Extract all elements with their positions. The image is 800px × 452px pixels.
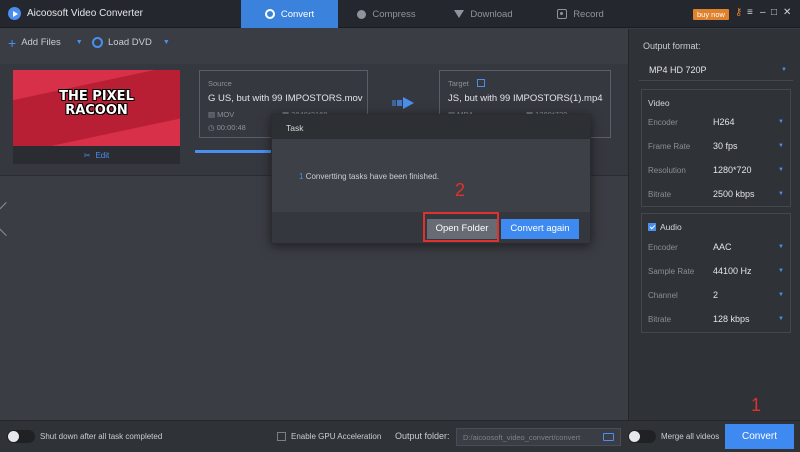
chevron-left-icon[interactable] — [0, 202, 23, 236]
video-thumbnail[interactable]: THE PIXEL RACOON — [13, 70, 180, 146]
chevron-down-icon: ▼ — [778, 316, 784, 322]
compress-icon — [357, 9, 367, 19]
load-dvd-label: Load DVD — [108, 37, 152, 48]
chevron-down-icon[interactable]: ▼ — [163, 39, 170, 46]
tab-label: Download — [470, 8, 513, 20]
gpu-checkbox[interactable] — [277, 432, 286, 441]
gpu-label: Enable GPU Acceleration — [291, 432, 382, 441]
audio-channel-select[interactable]: Channel 2 ▼ — [648, 286, 784, 308]
app-title: Aicoosoft Video Converter — [27, 8, 143, 19]
chevron-down-icon: ▼ — [778, 143, 784, 149]
output-folder-field[interactable]: D:/aicoosoft_video_convert/convert — [456, 428, 621, 446]
output-format-label: Output format: — [643, 41, 701, 51]
key-icon[interactable]: ⚷ — [735, 7, 742, 18]
output-format-value: MP4 HD 720P — [649, 65, 707, 75]
edit-target-icon[interactable] — [476, 79, 485, 87]
source-header: Source — [208, 79, 232, 88]
chevron-down-icon: ▼ — [781, 67, 787, 73]
chevron-down-icon: ▼ — [778, 244, 784, 250]
dialog-title: Task — [286, 123, 304, 133]
plus-icon: + — [8, 34, 17, 51]
thumbnail-logo: THE PIXEL RACOON — [59, 89, 134, 118]
tab-download[interactable]: Download — [435, 0, 532, 28]
dialog-header: Task — [272, 115, 590, 139]
add-files-button[interactable]: + Add Files ▼ — [8, 34, 83, 51]
video-bitrate-select[interactable]: Bitrate 2500 kbps ▼ — [648, 185, 784, 207]
menu-icon[interactable]: ≡ — [747, 7, 753, 18]
chevron-down-icon: ▼ — [778, 119, 784, 125]
audio-bitrate-select[interactable]: Bitrate 128 kbps ▼ — [648, 310, 784, 332]
dialog-message: 1 Convertting tasks have been finished. — [299, 172, 440, 181]
video-framerate-select[interactable]: Frame Rate 30 fps ▼ — [648, 137, 784, 159]
edit-icon: ✂ — [83, 150, 91, 160]
conversion-progress-bar — [195, 150, 273, 153]
load-dvd-button[interactable]: Load DVD ▼ — [92, 37, 170, 48]
audio-settings-group: Audio Encoder AAC ▼ Sample Rate 44100 Hz… — [641, 213, 791, 333]
video-resolution-select[interactable]: Resolution 1280*720 ▼ — [648, 161, 784, 183]
edit-label: Edit — [95, 150, 110, 160]
annotation-number-2: 2 — [455, 180, 466, 200]
audio-samplerate-select[interactable]: Sample Rate 44100 Hz ▼ — [648, 262, 784, 284]
buy-now-button[interactable]: buy now — [693, 9, 729, 20]
shutdown-toggle[interactable] — [7, 430, 35, 443]
dvd-icon — [92, 37, 103, 48]
tab-label: Record — [573, 8, 604, 20]
close-icon[interactable]: ✕ — [783, 7, 791, 18]
video-encoder-select[interactable]: Encoder H264 ▼ — [648, 113, 784, 135]
chevron-down-icon: ▼ — [778, 268, 784, 274]
folder-icon[interactable] — [603, 433, 614, 441]
download-icon — [454, 10, 465, 18]
tab-label: Compress — [372, 8, 416, 20]
target-header: Target — [448, 79, 485, 88]
tab-convert[interactable]: Convert — [241, 0, 338, 28]
output-format-select[interactable]: MP4 HD 720P ▼ — [639, 59, 793, 81]
source-duration: ◷ 00:00:48 — [208, 123, 246, 132]
annotation-box-open-folder — [423, 212, 499, 242]
convert-button[interactable]: Convert — [725, 424, 794, 449]
checkbox-checked-icon — [648, 223, 656, 231]
convert-arrow-icon — [392, 97, 414, 109]
annotation-number-1: 1 — [751, 395, 762, 415]
chevron-down-icon[interactable]: ▼ — [76, 39, 83, 46]
maximize-icon[interactable]: □ — [771, 7, 777, 18]
output-folder-label: Output folder: — [395, 431, 450, 441]
chevron-down-icon: ▼ — [778, 292, 784, 298]
bottom-bar: Shut down after all task completed Enabl… — [0, 420, 800, 452]
audio-encoder-select[interactable]: Encoder AAC ▼ — [648, 238, 784, 260]
toolbar: + Add Files ▼ Load DVD ▼ — [0, 29, 628, 56]
video-settings-group: Video Encoder H264 ▼ Frame Rate 30 fps ▼… — [641, 89, 791, 207]
source-filename: G US, but with 99 IMPOSTORS.mov — [208, 93, 363, 104]
tab-label: Convert — [280, 8, 315, 20]
minimize-icon[interactable]: – — [760, 7, 766, 18]
video-settings-title: Video — [648, 98, 670, 108]
convert-icon — [264, 9, 275, 19]
audio-checkbox[interactable]: Audio — [648, 222, 682, 232]
record-icon — [557, 9, 568, 19]
main-tabs: Convert Compress Download Record — [241, 0, 629, 28]
tab-record[interactable]: Record — [532, 0, 629, 28]
source-format: ▤ MOV — [208, 110, 235, 119]
title-bar: Aicoosoft Video Converter Convert Compre… — [0, 0, 800, 28]
convert-again-button[interactable]: Convert again — [501, 219, 579, 239]
merge-label: Merge all videos — [661, 432, 720, 441]
chevron-down-icon: ▼ — [778, 167, 784, 173]
target-filename: JS, but with 99 IMPOSTORS(1).mp4 — [448, 93, 603, 104]
shutdown-label: Shut down after all task completed — [40, 432, 163, 441]
chevron-down-icon: ▼ — [778, 191, 784, 197]
settings-panel: Output format: MP4 HD 720P ▼ Video Encod… — [628, 29, 800, 420]
merge-toggle[interactable] — [628, 430, 656, 443]
edit-button[interactable]: ✂ Edit — [13, 146, 180, 164]
add-files-label: Add Files — [21, 37, 61, 48]
app-logo-icon — [8, 7, 21, 20]
tab-compress[interactable]: Compress — [338, 0, 435, 28]
